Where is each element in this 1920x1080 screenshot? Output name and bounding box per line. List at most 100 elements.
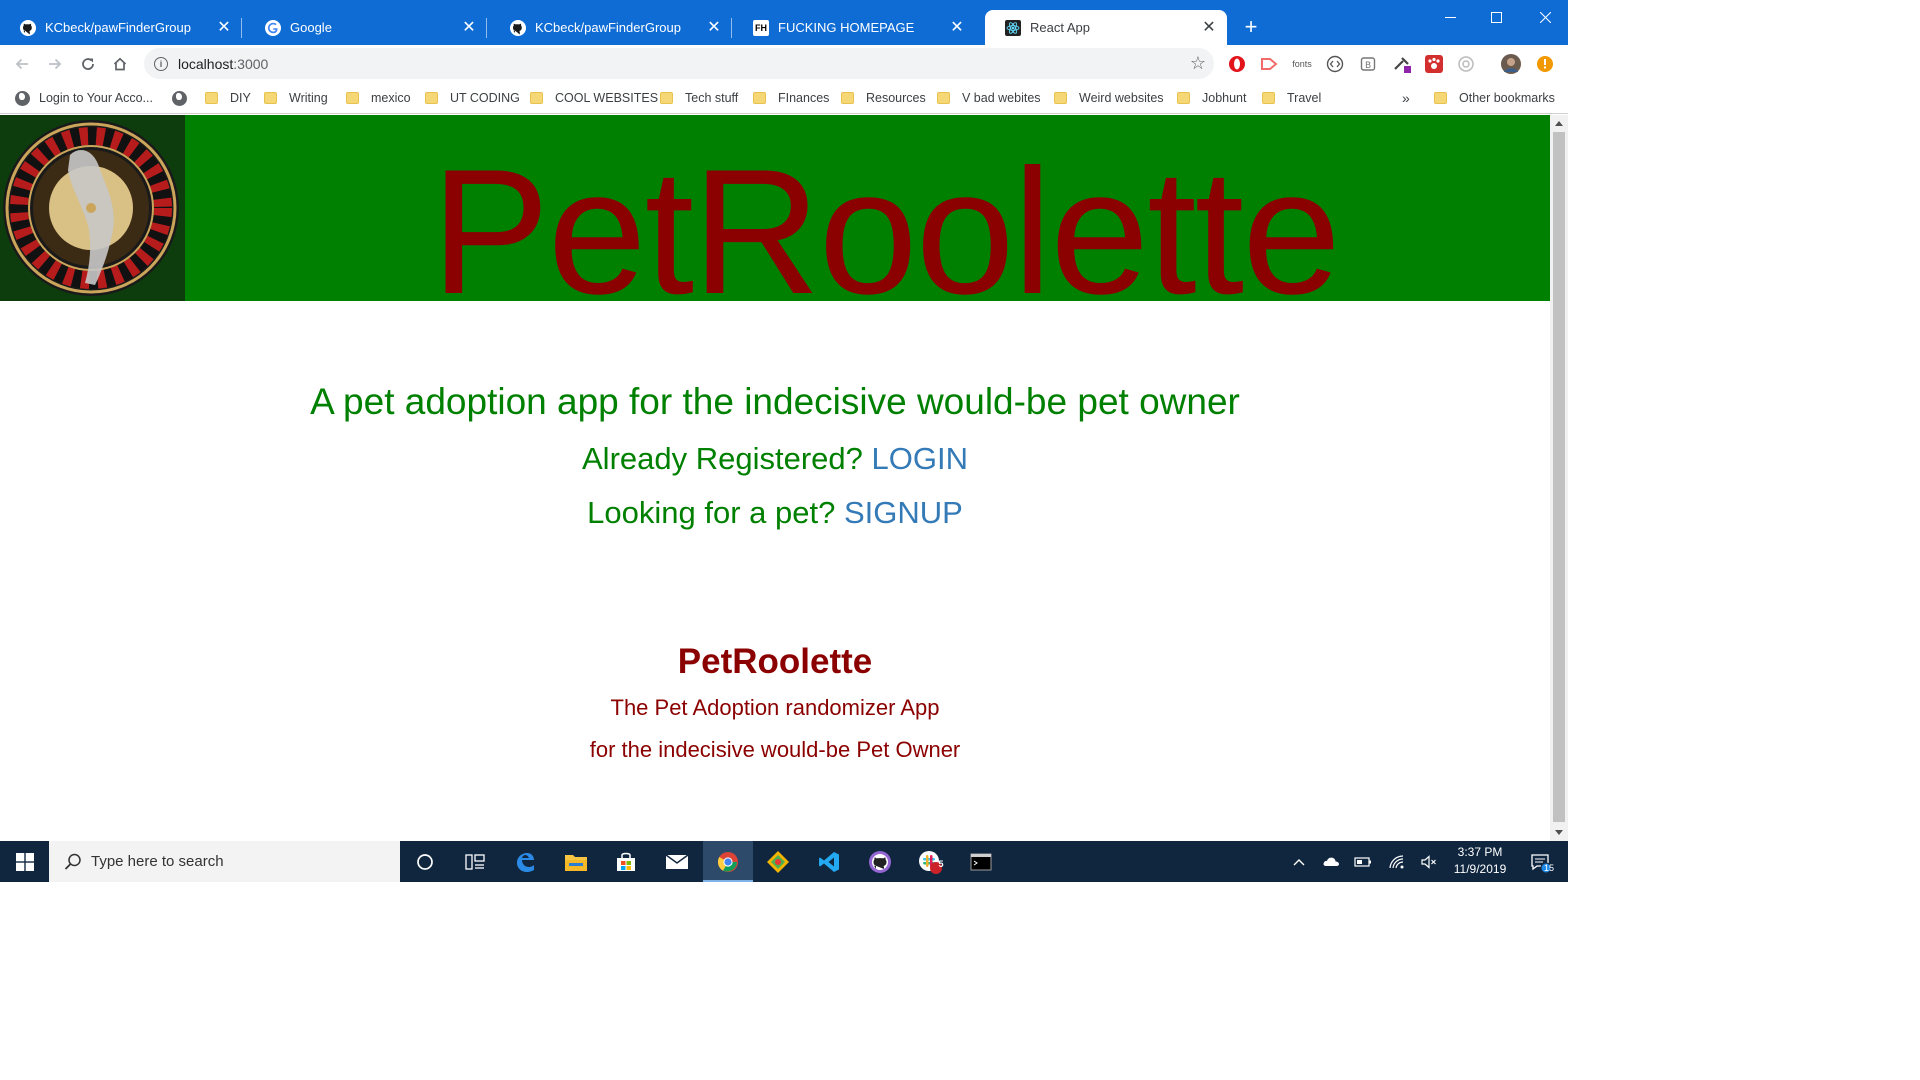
- address-bar[interactable]: i localhost:3000 ☆: [144, 48, 1214, 79]
- close-tab-icon[interactable]: ✕: [1201, 19, 1217, 36]
- windows-logo-icon: [15, 852, 34, 871]
- bookmark-label: DIY: [230, 91, 251, 105]
- back-button[interactable]: [9, 51, 35, 77]
- github-desktop-icon: [869, 850, 891, 873]
- page-scrollbar[interactable]: [1550, 115, 1568, 841]
- reader-extension-icon[interactable]: B: [1358, 54, 1378, 74]
- tab-kcbeck-pawfindergroup-2[interactable]: KCbeck/pawFinderGroup ✕: [490, 10, 732, 45]
- bookmark-label: FInances: [778, 91, 830, 105]
- opera-extension-icon[interactable]: [1227, 54, 1247, 74]
- bookmark-label: UT CODING: [450, 91, 520, 105]
- tab-react-app[interactable]: React App ✕: [985, 10, 1227, 45]
- volume-tray-icon[interactable]: [1418, 841, 1440, 882]
- maximize-button[interactable]: [1473, 0, 1519, 34]
- fonts-extension-icon[interactable]: fonts: [1292, 54, 1312, 74]
- start-button[interactable]: [0, 841, 49, 882]
- bookmark-folder-diy[interactable]: DIY: [205, 88, 251, 108]
- bookmark-folder-resources[interactable]: Resources: [841, 88, 926, 108]
- update-alert-icon[interactable]: [1535, 54, 1555, 74]
- bookmark-folder-travel[interactable]: Travel: [1262, 88, 1321, 108]
- bookmark-folder-v-bad-webites[interactable]: V bad webites: [937, 88, 1041, 108]
- url-text: localhost:3000: [178, 55, 269, 72]
- battery-tray-icon[interactable]: [1352, 841, 1374, 882]
- login-prompt-line: Already Registered? LOGIN: [0, 441, 1550, 477]
- folder-icon: [660, 92, 673, 104]
- eyedropper-extension-icon[interactable]: [1392, 54, 1412, 74]
- bookmark-folder-jobhunt[interactable]: Jobhunt: [1177, 88, 1246, 108]
- home-button[interactable]: [107, 51, 133, 77]
- mail-taskbar-button[interactable]: [652, 841, 702, 882]
- folder-icon: [425, 92, 438, 104]
- tab-fucking-homepage[interactable]: FH FUCKING HOMEPAGE ✕: [733, 10, 975, 45]
- target-extension-icon[interactable]: [1456, 54, 1476, 74]
- forward-button[interactable]: [42, 51, 68, 77]
- info-icon[interactable]: i: [154, 56, 168, 71]
- slack-taskbar-button[interactable]: 5: [905, 841, 955, 882]
- scrollbar-thumb[interactable]: [1553, 132, 1565, 822]
- signup-link[interactable]: SIGNUP: [844, 495, 963, 530]
- close-tab-icon[interactable]: ✕: [706, 19, 722, 36]
- close-tab-icon[interactable]: ✕: [949, 19, 965, 36]
- minimize-button[interactable]: [1427, 0, 1473, 34]
- store-taskbar-button[interactable]: [601, 841, 651, 882]
- chrome-taskbar-button[interactable]: [703, 841, 753, 882]
- bookmark-folder-finances[interactable]: FInances: [753, 88, 829, 108]
- scroll-up-arrow[interactable]: [1555, 121, 1563, 126]
- page-tagline: A pet adoption app for the indecisive wo…: [310, 381, 1240, 422]
- bookmark-label: Writing: [289, 91, 328, 105]
- wifi-tray-icon[interactable]: [1386, 841, 1408, 882]
- bookmark-label: Resources: [866, 91, 926, 105]
- profile-avatar[interactable]: [1501, 54, 1521, 74]
- close-tab-icon[interactable]: ✕: [461, 19, 477, 36]
- vscode-taskbar-button[interactable]: [804, 841, 854, 882]
- footer-subtitle-1: The Pet Adoption randomizer App: [610, 695, 940, 720]
- taskbar-search-box[interactable]: Type here to search: [49, 841, 400, 882]
- bookmark-folder-writing[interactable]: Writing: [264, 88, 328, 108]
- bookmark-login[interactable]: Login to Your Acco...: [15, 88, 153, 108]
- task-view-button[interactable]: [450, 841, 500, 882]
- scroll-down-arrow[interactable]: [1555, 830, 1563, 835]
- bookmark-folder-mexico[interactable]: mexico: [346, 88, 411, 108]
- bookmark-folder-ut-coding[interactable]: UT CODING: [425, 88, 520, 108]
- roulette-logo: [0, 115, 185, 301]
- tab-kcbeck-pawfindergroup-1[interactable]: KCbeck/pawFinderGroup ✕: [0, 10, 242, 45]
- github-desktop-taskbar-button[interactable]: [855, 841, 905, 882]
- tab-separator: [241, 18, 242, 38]
- login-link[interactable]: LOGIN: [872, 441, 968, 476]
- new-tab-button[interactable]: +: [1240, 16, 1262, 38]
- cortana-button[interactable]: [400, 841, 450, 882]
- folder-icon: [346, 92, 359, 104]
- taskbar-clock[interactable]: 3:37 PM 11/9/2019: [1440, 844, 1520, 878]
- battery-icon: [1354, 856, 1371, 867]
- folder-explorer-icon: [565, 854, 587, 871]
- bookmarks-overflow-button[interactable]: »: [1402, 88, 1410, 108]
- bookmark-folder-tech-stuff[interactable]: Tech stuff: [660, 88, 738, 108]
- folder-icon: [530, 92, 543, 104]
- react-icon: [1005, 19, 1021, 36]
- git-kraken-taskbar-button[interactable]: [753, 841, 803, 882]
- close-window-button[interactable]: [1522, 0, 1568, 34]
- bookmark-folder-weird-websites[interactable]: Weird websites: [1054, 88, 1164, 108]
- slack-badge-count: 5: [938, 859, 944, 869]
- login-prompt-text: Already Registered?: [582, 441, 863, 476]
- edge-taskbar-button[interactable]: [500, 841, 550, 882]
- bookmark-folder-cool-websites[interactable]: COOL WEBSITES: [530, 88, 658, 108]
- close-tab-icon[interactable]: ✕: [216, 19, 232, 36]
- other-bookmarks-folder[interactable]: Other bookmarks: [1434, 88, 1555, 108]
- chrome-icon: [717, 851, 738, 872]
- github-icon: [510, 19, 526, 36]
- footer-subtitle-2: for the indecisive would-be Pet Owner: [589, 737, 961, 762]
- action-center-button[interactable]: 15: [1522, 841, 1558, 882]
- code-extension-icon[interactable]: [1325, 54, 1345, 74]
- bookmark-globe[interactable]: [172, 88, 196, 108]
- tab-google[interactable]: Google ✕: [245, 10, 487, 45]
- file-explorer-taskbar-button[interactable]: [551, 841, 601, 882]
- reload-button[interactable]: [75, 51, 101, 77]
- browser-title-bar: KCbeck/pawFinderGroup ✕ Google ✕ KCbeck/…: [0, 0, 1568, 45]
- terminal-taskbar-button[interactable]: [956, 841, 1006, 882]
- show-hidden-icons-button[interactable]: [1288, 841, 1310, 882]
- onedrive-tray-icon[interactable]: [1320, 841, 1342, 882]
- bookmark-star-icon[interactable]: ☆: [1190, 53, 1206, 74]
- cast-extension-icon[interactable]: [1259, 54, 1279, 74]
- paw-extension-icon[interactable]: [1424, 54, 1444, 74]
